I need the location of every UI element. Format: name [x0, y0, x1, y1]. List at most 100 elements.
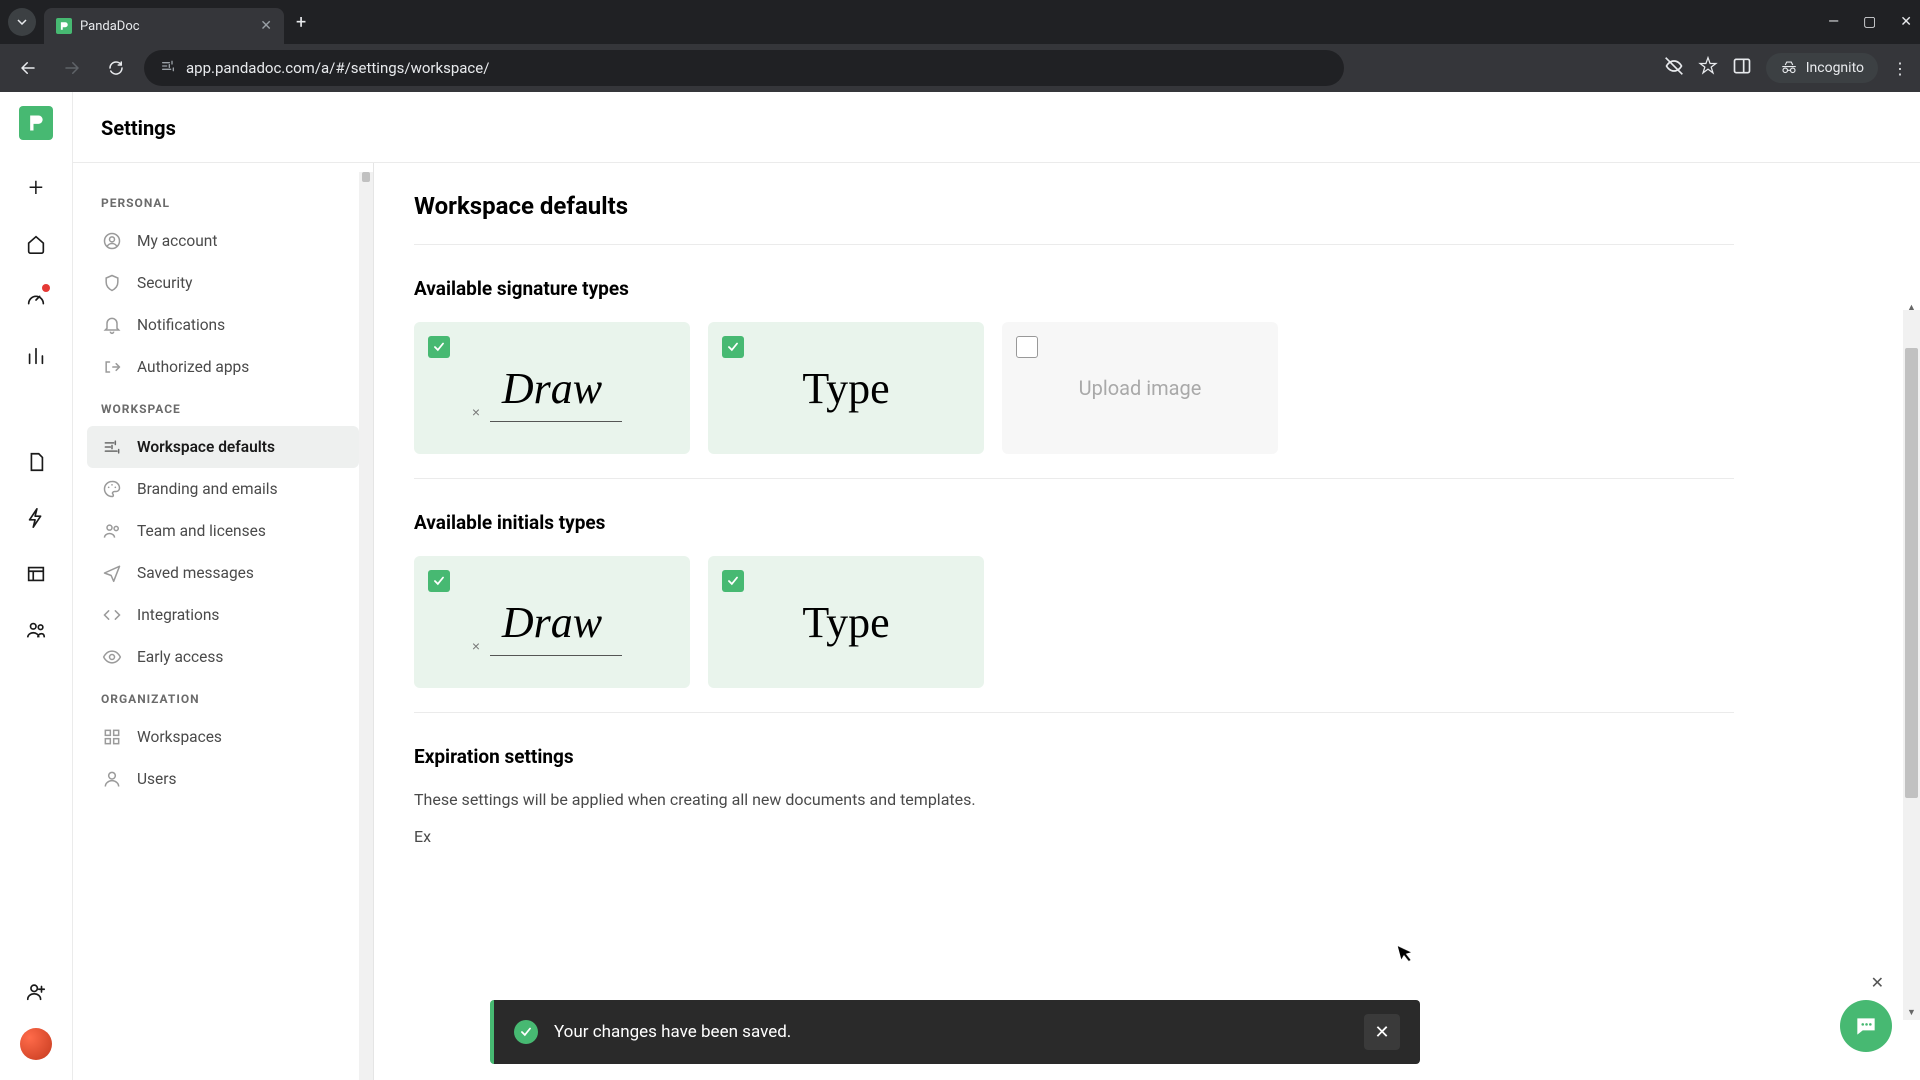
rail-documents[interactable] — [18, 444, 54, 480]
pandadoc-logo[interactable] — [19, 106, 53, 140]
home-icon — [25, 233, 47, 255]
checkbox-checked-icon[interactable] — [722, 570, 744, 592]
expiration-description: These settings will be applied when crea… — [414, 790, 1734, 809]
sidebar-item-label: Workspace defaults — [137, 438, 275, 456]
person-add-icon — [25, 981, 47, 1003]
scroll-down-arrow-icon[interactable]: ▼ — [1903, 1007, 1920, 1018]
checkbox-unchecked-icon[interactable] — [1016, 336, 1038, 358]
signature-line — [490, 421, 622, 422]
browser-menu-icon[interactable]: ⋮ — [1892, 59, 1908, 78]
sidebar-item-notifications[interactable]: Notifications — [87, 304, 359, 346]
sidebar-item-my-account[interactable]: My account — [87, 220, 359, 262]
new-tab-button[interactable]: + — [296, 12, 306, 33]
sidebar-item-label: Users — [137, 770, 177, 788]
grid-icon — [101, 726, 123, 748]
sidebar-item-security[interactable]: Security — [87, 262, 359, 304]
initials-option-draw[interactable]: Draw × — [414, 556, 690, 688]
sidebar-item-saved-messages[interactable]: Saved messages — [87, 552, 359, 594]
checkbox-checked-icon[interactable] — [428, 570, 450, 592]
incognito-eye-icon[interactable] — [1664, 56, 1684, 80]
signature-line — [490, 655, 622, 656]
browser-toolbar: app.pandadoc.com/a/#/settings/workspace/… — [0, 44, 1920, 92]
sidebar-item-integrations[interactable]: Integrations — [87, 594, 359, 636]
address-bar[interactable]: app.pandadoc.com/a/#/settings/workspace/ — [144, 50, 1344, 86]
browser-tab[interactable]: PandaDoc ✕ — [44, 8, 284, 44]
section-label-organization: ORGANIZATION — [87, 678, 359, 716]
divider — [414, 478, 1734, 479]
sliders-icon — [101, 436, 123, 458]
notification-dot — [42, 284, 50, 292]
initials-option-type[interactable]: Type — [708, 556, 984, 688]
maximize-icon[interactable]: ▢ — [1863, 14, 1876, 30]
chevron-down-icon — [17, 19, 27, 25]
bar-chart-icon — [25, 345, 47, 367]
shield-icon — [101, 272, 123, 294]
user-avatar[interactable] — [20, 1028, 52, 1060]
settings-sidebar: PERSONAL My account Security Notificatio… — [73, 92, 373, 1080]
back-button[interactable] — [12, 52, 44, 84]
browser-tab-strip: PandaDoc ✕ + ― ▢ ✕ — [0, 0, 1920, 44]
section-label-personal: PERSONAL — [87, 182, 359, 220]
arrow-out-icon — [101, 356, 123, 378]
success-check-icon — [514, 1020, 538, 1044]
checkbox-checked-icon[interactable] — [428, 336, 450, 358]
sidebar-scrollbar[interactable] — [359, 172, 373, 1080]
rail-invite[interactable] — [18, 974, 54, 1010]
rail-activity[interactable] — [18, 282, 54, 318]
close-window-icon[interactable]: ✕ — [1900, 14, 1912, 30]
palette-icon — [101, 478, 123, 500]
type-signature-preview: Type — [802, 363, 889, 414]
expiration-partial-text: Ex — [414, 827, 1734, 846]
incognito-badge[interactable]: Incognito — [1766, 53, 1878, 83]
page-title: Settings — [101, 116, 176, 140]
content-heading: Workspace defaults — [414, 192, 1734, 220]
chat-dismiss-icon[interactable]: ✕ — [1871, 973, 1884, 992]
signature-x-mark: × — [472, 638, 480, 654]
reload-button[interactable] — [100, 52, 132, 84]
toast-close-button[interactable]: ✕ — [1364, 1014, 1400, 1050]
bookmark-star-icon[interactable] — [1698, 56, 1718, 80]
sidebar-item-workspace-defaults[interactable]: Workspace defaults — [87, 426, 359, 468]
tab-close-icon[interactable]: ✕ — [260, 18, 272, 34]
sidebar-item-branding[interactable]: Branding and emails — [87, 468, 359, 510]
create-new-button[interactable]: + — [18, 170, 54, 206]
chat-fab[interactable] — [1840, 1000, 1892, 1052]
sidebar-item-label: Integrations — [137, 606, 219, 624]
sidebar-item-users[interactable]: Users — [87, 758, 359, 800]
people-icon — [25, 619, 47, 641]
content-scrollbar[interactable]: ▲ ▼ — [1903, 300, 1920, 1020]
rail-automations[interactable] — [18, 500, 54, 536]
checkbox-checked-icon[interactable] — [722, 336, 744, 358]
sidebar-item-workspaces[interactable]: Workspaces — [87, 716, 359, 758]
chat-bubble-icon — [1853, 1013, 1879, 1039]
signature-option-type[interactable]: Type — [708, 322, 984, 454]
forward-button[interactable] — [56, 52, 88, 84]
rail-reports[interactable] — [18, 338, 54, 374]
side-panel-icon[interactable] — [1732, 56, 1752, 80]
page-header: Settings — [73, 92, 1920, 163]
signature-option-upload[interactable]: Upload image — [1002, 322, 1278, 454]
minimize-icon[interactable]: ― — [1828, 14, 1839, 30]
sidebar-item-early-access[interactable]: Early access — [87, 636, 359, 678]
sidebar-item-authorized-apps[interactable]: Authorized apps — [87, 346, 359, 388]
rail-home[interactable] — [18, 226, 54, 262]
scroll-up-arrow-icon[interactable]: ▲ — [1903, 302, 1920, 313]
sidebar-item-team[interactable]: Team and licenses — [87, 510, 359, 552]
incognito-icon — [1780, 59, 1798, 77]
rail-contacts[interactable] — [18, 612, 54, 648]
site-settings-icon[interactable] — [160, 58, 176, 78]
sidebar-item-label: Saved messages — [137, 564, 254, 582]
rail-catalog[interactable] — [18, 556, 54, 592]
expiration-heading: Expiration settings — [414, 745, 1734, 768]
url-text: app.pandadoc.com/a/#/settings/workspace/ — [186, 59, 489, 77]
sidebar-item-label: Security — [137, 274, 193, 292]
settings-content: Workspace defaults Available signature t… — [374, 92, 1920, 1080]
signature-option-draw[interactable]: Draw × — [414, 322, 690, 454]
scrollbar-thumb[interactable] — [1905, 348, 1918, 798]
gauge-icon — [25, 289, 47, 311]
sidebar-item-label: Team and licenses — [137, 522, 266, 540]
tab-search-dropdown[interactable] — [8, 8, 36, 36]
draw-initials-preview: Draw × — [502, 597, 602, 648]
bell-icon — [101, 314, 123, 336]
library-icon — [25, 563, 47, 585]
